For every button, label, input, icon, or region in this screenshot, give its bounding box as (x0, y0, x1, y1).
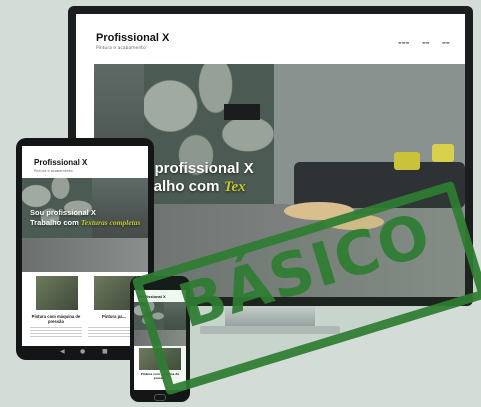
desktop-nav-link[interactable]: ▬▬▬ (398, 40, 409, 45)
tablet-site-title[interactable]: Profissional X (34, 158, 87, 167)
desktop-nav-link[interactable]: ▬▬ (442, 40, 450, 45)
pillow (394, 152, 420, 170)
tablet-site-subtitle: Pintura e acabamento (34, 169, 73, 173)
tablet-hero-line2-prefix: Trabalho com (30, 218, 79, 227)
desktop-site-subtitle: Pintura e acabamento (96, 46, 146, 51)
floor (22, 238, 148, 272)
desktop-site-title[interactable]: Profissional X (96, 32, 169, 44)
back-icon[interactable]: ◀ (60, 348, 65, 355)
tablet-hero-image: Sou profissional X Trabalho com Texturas… (22, 178, 148, 272)
tablet-hero-line2: Trabalho com Texturas completas (30, 218, 140, 227)
tablet-hero-accent: Texturas completas (80, 218, 141, 227)
desktop-nav-link[interactable]: ▬▬ (422, 40, 430, 45)
desktop-hero-accent: Tex (223, 179, 246, 195)
phone-home-button[interactable] (154, 394, 166, 401)
tablet-card-image[interactable] (36, 276, 78, 310)
pillow (432, 144, 454, 162)
tv (224, 104, 260, 120)
recents-icon[interactable]: ■ (102, 348, 108, 355)
home-icon[interactable]: ● (80, 348, 85, 355)
tablet-hero-line1: Sou profissional X (30, 208, 96, 217)
desktop-site-header: Profissional X Pintura e acabamento ▬▬▬ … (76, 14, 465, 60)
tablet-card-text (30, 327, 82, 337)
tablet-card-label: Pintura com máquina de pressão (31, 314, 81, 325)
